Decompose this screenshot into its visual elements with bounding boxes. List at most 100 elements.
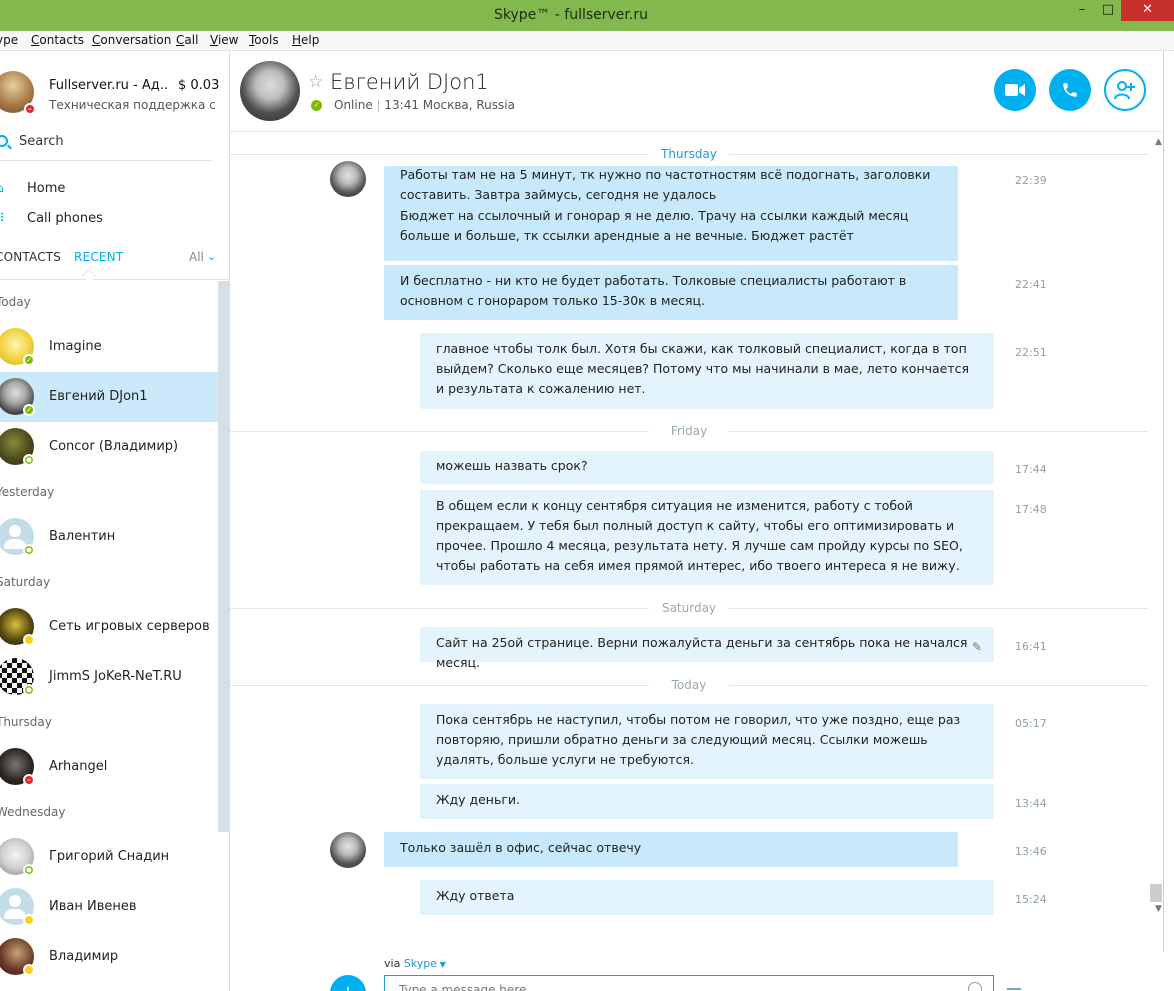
message-bubble-incoming[interactable]: И бесплатно - ни кто не будет работать. …: [384, 265, 958, 320]
menu-contacts[interactable]: Contacts: [31, 33, 84, 47]
menu-tools[interactable]: Tools: [249, 33, 279, 47]
video-call-button[interactable]: [994, 69, 1036, 111]
contact-tabs: CONTACTS RECENT All ⌄: [0, 244, 229, 284]
contact-list-scrollbar[interactable]: [218, 281, 229, 832]
video-call-icon: [1005, 84, 1025, 96]
compose-area: via Skype ▼ +: [230, 952, 1174, 991]
chevron-down-icon[interactable]: ⌄: [207, 250, 216, 263]
message-time: 22:39: [1015, 174, 1047, 187]
contact-item[interactable]: JimmS JoKeR-NeT.RU: [0, 652, 218, 702]
via-text: via: [384, 957, 401, 970]
menu-skype[interactable]: ype: [0, 33, 18, 47]
contact-item[interactable]: – Arhangel: [0, 742, 218, 792]
contact-name: Imagine: [49, 339, 102, 354]
close-button[interactable]: ✕: [1121, 0, 1174, 21]
emoji-icon[interactable]: [968, 982, 982, 991]
message-time: 13:44: [1015, 797, 1047, 810]
message-bubble-outgoing[interactable]: Сайт на 25ой странице. Верни пожалуйста …: [420, 627, 994, 670]
sender-avatar[interactable]: [330, 161, 366, 197]
contact-name: Иван Ивенев: [49, 899, 137, 914]
contact-avatar: [0, 838, 35, 876]
menu-help[interactable]: Help: [292, 33, 319, 47]
message-text: И бесплатно - ни кто не будет работать. …: [400, 273, 907, 308]
default-avatar-icon: [9, 895, 21, 907]
message-text: Жду деньги.: [436, 792, 521, 807]
edited-pencil-icon[interactable]: ✎: [972, 640, 982, 654]
favorite-star-icon[interactable]: ☆: [308, 72, 323, 92]
contact-item[interactable]: Concor (Владимир): [0, 422, 218, 472]
status-offline-icon: [23, 544, 35, 556]
chevron-down-icon[interactable]: ▼: [437, 960, 446, 969]
nav-call-phones[interactable]: ⠿ Call phones: [0, 207, 213, 233]
message-time: 05:17: [1015, 717, 1047, 730]
contact-item-selected[interactable]: ✓ Евгений DJon1: [0, 372, 218, 422]
message-text: Только зашёл в офис, сейчас отвечу: [400, 840, 642, 855]
minimize-button[interactable]: –: [1069, 0, 1095, 21]
contact-name: Arhangel: [49, 759, 108, 774]
voice-call-button[interactable]: [1049, 69, 1091, 111]
sender-avatar[interactable]: [330, 832, 366, 868]
attach-button[interactable]: +: [330, 975, 366, 991]
message-text: Пока сентябрь не наступил, чтобы потом н…: [436, 712, 961, 767]
contact-avatar: [0, 518, 35, 556]
tab-contacts[interactable]: CONTACTS: [0, 250, 61, 264]
message-time: 16:41: [1015, 640, 1047, 653]
scroll-down-icon[interactable]: ▼: [1155, 904, 1162, 914]
message-bubble-outgoing[interactable]: Пока сентябрь не наступил, чтобы потом н…: [420, 704, 994, 779]
status-away-icon: [23, 634, 35, 646]
maximize-button[interactable]: □: [1095, 0, 1121, 21]
menu-view[interactable]: View: [210, 33, 238, 47]
message-time: 17:44: [1015, 463, 1047, 476]
send-icon[interactable]: [1007, 988, 1021, 990]
skype-credit[interactable]: $ 0.03: [178, 78, 219, 93]
search-icon: [0, 135, 8, 147]
add-contact-button[interactable]: [1104, 69, 1146, 111]
contact-name: Concor (Владимир): [49, 439, 179, 454]
via-label: via Skype ▼: [384, 957, 446, 970]
group-header: Today: [0, 295, 31, 309]
message-text: В общем если к концу сентября ситуация н…: [436, 498, 963, 573]
window-title: Skype™ - fullserver.ru: [494, 7, 648, 23]
day-label: Saturday: [649, 601, 729, 615]
recent-filter[interactable]: All: [189, 250, 204, 264]
group-header: Saturday: [0, 575, 51, 589]
day-label: Thursday: [649, 147, 729, 161]
message-bubble-outgoing[interactable]: главное чтобы толк был. Хотя бы скажи, к…: [420, 333, 994, 409]
menu-conversation[interactable]: Conversation: [92, 33, 171, 47]
message-bubble-incoming[interactable]: Работы там не на 5 минут, тк нужно по ча…: [384, 166, 958, 261]
search-bar[interactable]: Search: [0, 131, 213, 161]
scroll-up-icon[interactable]: ▲: [1155, 137, 1162, 147]
contact-item[interactable]: Валентин: [0, 512, 218, 562]
contact-item[interactable]: Владимир: [0, 932, 218, 982]
tab-recent[interactable]: RECENT: [74, 250, 123, 264]
contact-avatar: ✓: [0, 328, 35, 366]
group-header: Wednesday: [0, 805, 66, 819]
message-bubble-outgoing[interactable]: Жду деньги.: [420, 784, 994, 819]
conversation-contact-name[interactable]: Евгений DJon1: [330, 70, 489, 94]
message-bubble-outgoing[interactable]: Жду ответа: [420, 880, 994, 915]
my-name[interactable]: Fullserver.ru - Ад...: [49, 78, 167, 93]
my-mood-message[interactable]: Техническая поддержка с По...: [49, 98, 217, 112]
message-bubble-outgoing[interactable]: можешь назвать срок?: [420, 451, 994, 484]
scroll-thumb[interactable]: [1150, 884, 1162, 902]
contact-name: Валентин: [49, 529, 116, 544]
group-header: Yesterday: [0, 485, 55, 499]
my-avatar[interactable]: –: [0, 71, 36, 115]
status-dnd-icon: –: [23, 774, 35, 786]
contact-name: Евгений DJon1: [49, 389, 148, 404]
contact-avatar: [0, 658, 35, 696]
menu-bar: ype Contacts Conversation Call View Tool…: [0, 31, 1174, 51]
message-text: Работы там не на 5 минут, тк нужно по ча…: [400, 167, 931, 202]
menu-call[interactable]: Call: [176, 33, 198, 47]
contact-item[interactable]: Григорий Снадин: [0, 832, 218, 882]
title-bar[interactable]: Skype™ - fullserver.ru – □ ✕: [0, 0, 1174, 31]
contact-item[interactable]: ✓ Imagine: [0, 322, 218, 372]
message-bubble-outgoing[interactable]: В общем если к концу сентября ситуация н…: [420, 490, 994, 585]
via-service-selector[interactable]: Skype: [404, 957, 437, 970]
contact-avatar-large[interactable]: [240, 61, 300, 121]
contact-item[interactable]: Сеть игровых серверов: [0, 602, 218, 652]
message-input[interactable]: [384, 975, 994, 991]
nav-home[interactable]: ⌂ Home: [0, 177, 213, 203]
message-bubble-incoming[interactable]: Только зашёл в офис, сейчас отвечу: [384, 832, 958, 867]
contact-item[interactable]: Иван Ивенев: [0, 882, 218, 932]
